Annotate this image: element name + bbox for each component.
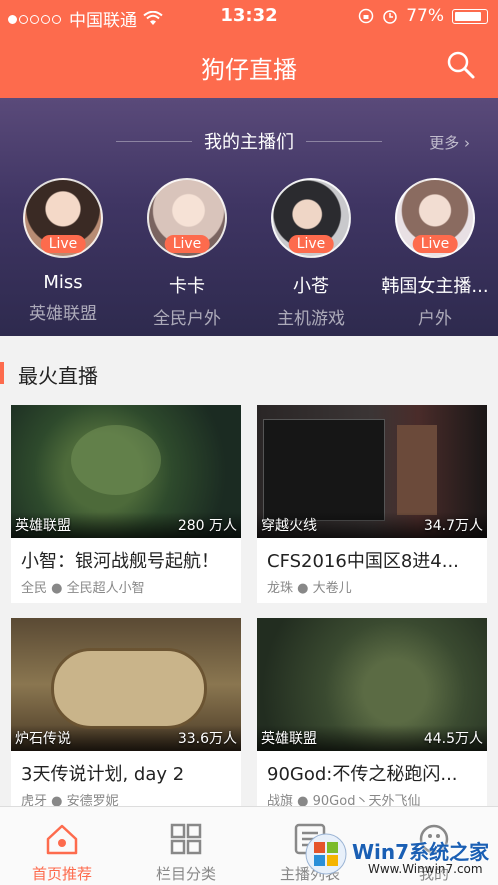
anchor-category: 全民户外 bbox=[153, 309, 221, 329]
stream-card[interactable]: 英雄联盟 280 万人 小智：银河战舰号起航！ 全民 ● 全民超人小智 bbox=[11, 405, 241, 603]
chevron-right-icon: › bbox=[464, 134, 470, 152]
stream-platform: 全民 bbox=[21, 581, 48, 596]
stream-title: 小智：银河战舰号起航！ bbox=[21, 551, 219, 572]
anchor-name: 韩国女主播... bbox=[381, 276, 489, 297]
stream-card[interactable]: 炉石传说 33.6万人 3天传说计划, day 2 虎牙 ● 安德罗妮 bbox=[11, 618, 241, 816]
tab-label: 栏目分类 bbox=[155, 865, 216, 883]
live-badge: Live bbox=[412, 235, 458, 253]
stream-category-tag: 英雄联盟 bbox=[261, 731, 317, 747]
search-icon[interactable] bbox=[446, 50, 476, 80]
tab-home[interactable]: 首页推荐 bbox=[0, 807, 124, 885]
anchor-item[interactable]: Live 韩国女主播... 户外 bbox=[375, 178, 495, 329]
my-anchors-section: 我的主播们 更多 › Live Miss 英雄联盟 Live 卡卡 全民户外 L… bbox=[0, 98, 498, 336]
battery-percent: 77% bbox=[406, 6, 444, 26]
more-link[interactable]: 更多 › bbox=[429, 132, 470, 153]
hot-section-title: 最火直播 bbox=[18, 364, 98, 388]
home-icon bbox=[46, 824, 78, 855]
status-bar: 中国联通 13:32 77% bbox=[0, 0, 498, 34]
stream-card[interactable]: 英雄联盟 44.5万人 90God:不传之秘跑闪... 战旗 ● 90God丶天… bbox=[257, 618, 487, 816]
alarm-icon bbox=[383, 10, 397, 24]
divider-right bbox=[306, 141, 382, 142]
stream-category-tag: 英雄联盟 bbox=[15, 518, 71, 534]
stream-thumbnail: 炉石传说 33.6万人 bbox=[11, 618, 241, 751]
hot-section-header: 最火直播 bbox=[0, 356, 498, 392]
anchor-category: 主机游戏 bbox=[277, 309, 345, 329]
live-badge: Live bbox=[288, 235, 334, 253]
viewer-count: 34.7万人 bbox=[423, 518, 483, 534]
anchor-category: 英雄联盟 bbox=[29, 304, 97, 324]
anchor-category: 户外 bbox=[418, 309, 452, 329]
stream-thumbnail: 穿越火线 34.7万人 bbox=[257, 405, 487, 538]
watermark-brand: Win7系统之家 bbox=[352, 840, 490, 864]
section-accent-bar bbox=[0, 362, 4, 384]
app-header: 狗仔直播 bbox=[0, 34, 498, 98]
live-badge: Live bbox=[164, 235, 210, 253]
anchor-name: 卡卡 bbox=[169, 276, 205, 297]
stream-thumbnail: 英雄联盟 44.5万人 bbox=[257, 618, 487, 751]
app-title: 狗仔直播 bbox=[201, 56, 297, 84]
anchor-name: Miss bbox=[43, 272, 83, 293]
streamer-name: 大卷儿 bbox=[312, 581, 352, 596]
windows-logo-icon bbox=[305, 833, 347, 875]
tab-label: 首页推荐 bbox=[31, 865, 92, 883]
streamer-name: 全民超人小智 bbox=[66, 581, 145, 596]
stream-title: 90God:不传之秘跑闪... bbox=[267, 764, 458, 785]
stream-thumbnail: 英雄联盟 280 万人 bbox=[11, 405, 241, 538]
tab-categories[interactable]: 栏目分类 bbox=[124, 807, 248, 885]
viewer-count: 44.5万人 bbox=[423, 731, 483, 747]
viewer-count: 33.6万人 bbox=[177, 731, 237, 747]
anchor-item[interactable]: Live 小苍 主机游戏 bbox=[251, 178, 371, 329]
stream-platform: 龙珠 bbox=[267, 581, 294, 596]
stream-title: 3天传说计划, day 2 bbox=[21, 764, 185, 785]
grid-icon bbox=[170, 823, 202, 855]
live-badge: Live bbox=[40, 235, 86, 253]
stream-card[interactable]: 穿越火线 34.7万人 CFS2016中国区8进4... 龙珠 ● 大卷儿 bbox=[257, 405, 487, 603]
more-label: 更多 bbox=[429, 134, 460, 152]
my-anchors-title: 我的主播们 bbox=[204, 132, 294, 153]
anchor-item[interactable]: Live 卡卡 全民户外 bbox=[127, 178, 247, 329]
rotation-lock-icon bbox=[358, 8, 374, 24]
viewer-count: 280 万人 bbox=[177, 518, 237, 534]
stream-category-tag: 穿越火线 bbox=[261, 518, 317, 534]
watermark: Win7系统之家 Www.Winwin7.com bbox=[300, 826, 498, 884]
stream-meta: 龙珠 ● 大卷儿 bbox=[267, 581, 352, 596]
stream-title: CFS2016中国区8进4... bbox=[267, 551, 459, 572]
anchor-name: 小苍 bbox=[293, 276, 329, 297]
stream-meta: 全民 ● 全民超人小智 bbox=[21, 581, 145, 596]
stream-category-tag: 炉石传说 bbox=[15, 731, 71, 747]
watermark-url: Www.Winwin7.com bbox=[368, 862, 483, 876]
battery-icon bbox=[452, 8, 488, 24]
anchor-item[interactable]: Live Miss 英雄联盟 bbox=[3, 178, 123, 324]
